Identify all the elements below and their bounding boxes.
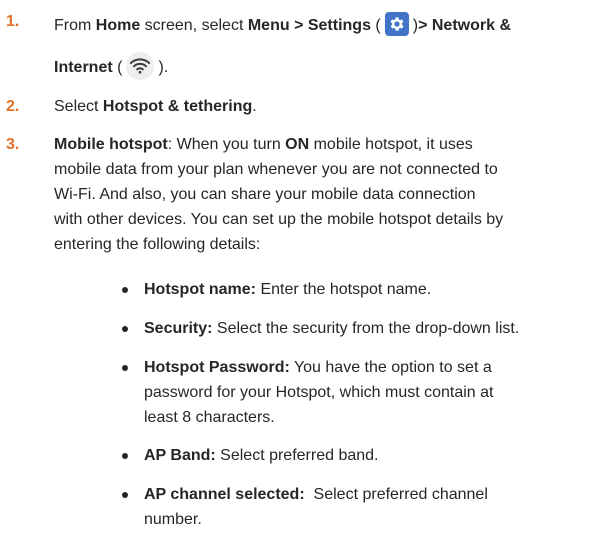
step-text: Mobile hotspot: When you turn ON mobile …: [54, 135, 606, 255]
step-number: 3.: [6, 136, 20, 153]
bullet-dot: [122, 492, 128, 498]
bullet-text: AP channel selected: Select preferred ch…: [144, 485, 606, 530]
hotspot-tethering-label: Hotspot & tethering: [102, 98, 253, 115]
text-run: Select: [54, 98, 103, 115]
network-label: > Network &: [418, 17, 511, 34]
gear-icon: [384, 12, 409, 36]
bullet-line: AP Band: Select preferred band.: [144, 446, 606, 466]
bullet-dot: [122, 365, 128, 371]
bullet-label: Hotspot Password:: [144, 359, 290, 376]
step-number: 1.: [6, 13, 20, 30]
bullet-label: AP Band:: [144, 447, 216, 464]
on-label: ON: [285, 136, 310, 153]
step-2-line-1: Select Hotspot & tethering.: [54, 97, 606, 117]
bullet-line: password for your Hotspot, which must co…: [144, 384, 494, 401]
step-text: From Home screen, select Menu > Settings…: [54, 12, 606, 80]
step-3-line-3: Wi-Fi. And also, you can share your mobi…: [54, 186, 476, 203]
text-run: Select preferred channel: [304, 486, 488, 503]
text-run: Select preferred band.: [215, 447, 379, 464]
text-run: screen, select: [140, 17, 248, 34]
step-text: Select Hotspot & tethering.: [54, 97, 606, 117]
text-run: mobile hotspot, it uses: [309, 136, 473, 153]
bullet-line: Hotspot name: Enter the hotspot name.: [144, 280, 606, 300]
bullet-line: AP channel selected: Select preferred ch…: [144, 485, 606, 505]
step-1-line-2: Internet ().: [54, 52, 606, 80]
bullet-label: Hotspot name:: [144, 281, 256, 298]
text-run: Select the security from the drop-down l…: [212, 320, 520, 337]
mobile-hotspot-label: Mobile hotspot: [54, 136, 168, 153]
text-run: Enter the hotspot name.: [256, 281, 432, 298]
step-1-line-1: From Home screen, select Menu > Settings…: [54, 12, 606, 36]
wifi-icon: [126, 52, 155, 80]
text-run: You have the option to set a: [289, 359, 492, 376]
bullet-dot: [122, 326, 128, 332]
bullet-text: Hotspot name: Enter the hotspot name.: [144, 280, 606, 300]
bullet-text: Security: Select the security from the d…: [144, 319, 606, 339]
bullet-line: least 8 characters.: [144, 409, 275, 426]
step-number: 2.: [6, 98, 20, 115]
text-run: From: [54, 17, 96, 34]
bullet-dot: [122, 453, 128, 459]
bullet-dot: [122, 287, 128, 293]
step-3-line-1: Mobile hotspot: When you turn ON mobile …: [54, 135, 606, 155]
text-run: (: [112, 59, 123, 76]
menu-settings-label: Menu > Settings: [247, 17, 371, 34]
bullet-text: Hotspot Password: You have the option to…: [144, 358, 606, 428]
text-run: .: [252, 98, 257, 115]
bullet-line: Hotspot Password: You have the option to…: [144, 358, 606, 378]
text-run: (: [370, 17, 381, 34]
text-run: ).: [158, 59, 169, 76]
internet-label: Internet: [54, 59, 113, 76]
instructions-document: 1. From Home screen, select Menu > Setti…: [0, 0, 612, 543]
text-run: : When you turn: [167, 136, 286, 153]
bullet-text: AP Band: Select preferred band.: [144, 446, 606, 466]
bullet-label: Security:: [144, 320, 213, 337]
step-3-line-5: entering the following details:: [54, 236, 261, 253]
bullet-label: AP channel selected:: [144, 486, 305, 503]
bullet-line: Security: Select the security from the d…: [144, 319, 606, 339]
bullet-line: number.: [144, 511, 202, 528]
step-3-line-4: with other devices. You can set up the m…: [54, 211, 504, 228]
step-3-line-2: mobile data from your plan whenever you …: [54, 161, 498, 178]
home-label: Home: [95, 17, 141, 34]
